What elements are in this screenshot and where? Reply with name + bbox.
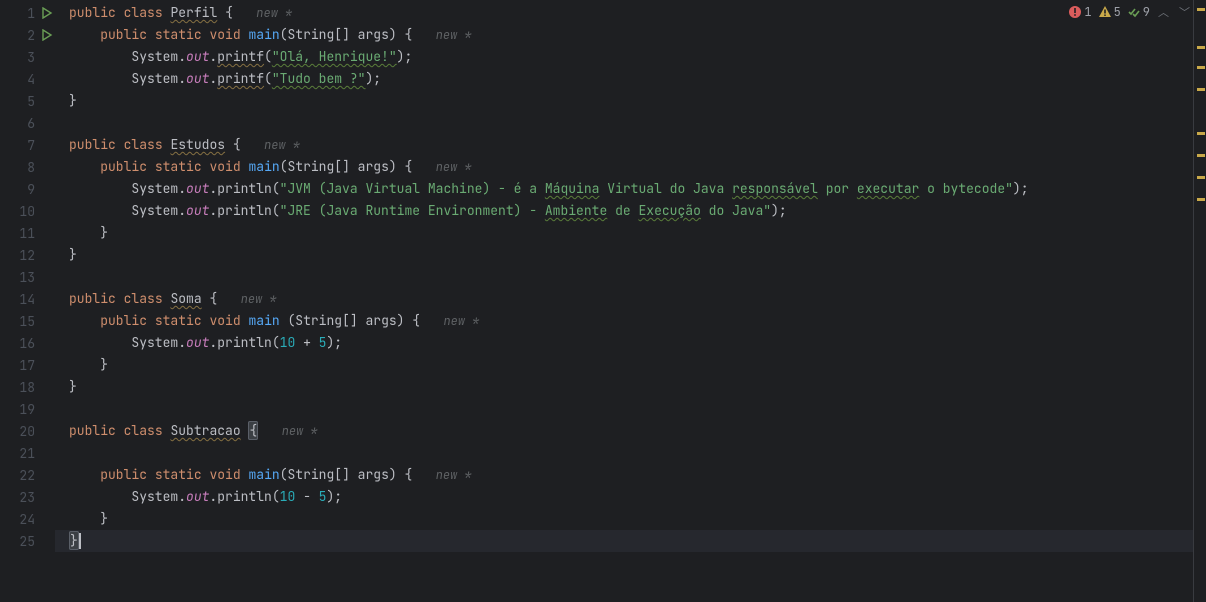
code-line[interactable] bbox=[55, 266, 1193, 288]
code-line[interactable]: System.out.println("JVM (Java Virtual Ma… bbox=[55, 178, 1193, 200]
line-number: 23 bbox=[19, 489, 35, 506]
next-highlight-button[interactable]: ﹀ bbox=[1177, 4, 1192, 20]
line-number: 9 bbox=[27, 181, 35, 198]
code-line[interactable]: public class Subtracao { new * bbox=[55, 420, 1193, 442]
check-icon bbox=[1127, 5, 1141, 19]
code-content[interactable]: public class Perfil { new * public stati… bbox=[55, 0, 1194, 602]
code-line[interactable]: System.out.println("JRE (Java Runtime En… bbox=[55, 200, 1193, 222]
code-line[interactable]: } bbox=[55, 530, 1193, 552]
code-editor[interactable]: 1 2 3 4 5 6 7 8 9 10 11 12 13 14 15 16 1… bbox=[0, 0, 1206, 602]
weak-warning-count[interactable]: 9 bbox=[1127, 4, 1150, 20]
code-line[interactable]: public static void main(String[] args) {… bbox=[55, 464, 1193, 486]
code-line[interactable]: System.out.println(10 + 5); bbox=[55, 332, 1193, 354]
code-line[interactable]: System.out.println(10 - 5); bbox=[55, 486, 1193, 508]
line-number: 7 bbox=[27, 137, 35, 154]
line-number: 12 bbox=[19, 247, 35, 264]
line-number: 25 bbox=[19, 533, 35, 550]
warning-count-value: 5 bbox=[1114, 4, 1121, 20]
line-number: 17 bbox=[19, 357, 35, 374]
line-number: 19 bbox=[19, 401, 35, 418]
weak-count-value: 9 bbox=[1143, 4, 1150, 20]
line-number: 14 bbox=[19, 291, 35, 308]
code-line[interactable]: System.out.printf("Olá, Henrique!"); bbox=[55, 46, 1193, 68]
prev-highlight-button[interactable]: ︿ bbox=[1156, 4, 1171, 20]
line-number: 11 bbox=[19, 225, 35, 242]
warning-icon bbox=[1098, 5, 1112, 19]
run-gutter-icon[interactable] bbox=[41, 29, 53, 41]
warning-count[interactable]: 5 bbox=[1098, 4, 1121, 20]
line-number: 4 bbox=[27, 71, 35, 88]
line-number: 2 bbox=[27, 27, 35, 44]
code-line[interactable] bbox=[55, 398, 1193, 420]
code-line[interactable]: } bbox=[55, 222, 1193, 244]
code-line[interactable]: } bbox=[55, 90, 1193, 112]
code-line[interactable]: public static void main(String[] args) {… bbox=[55, 156, 1193, 178]
line-number: 1 bbox=[27, 5, 35, 22]
line-number: 15 bbox=[19, 313, 35, 330]
line-number: 3 bbox=[27, 49, 35, 66]
error-count[interactable]: 1 bbox=[1068, 4, 1091, 20]
line-number: 5 bbox=[27, 93, 35, 110]
line-number: 22 bbox=[19, 467, 35, 484]
line-number: 24 bbox=[19, 511, 35, 528]
line-number: 16 bbox=[19, 335, 35, 352]
error-stripe[interactable] bbox=[1194, 0, 1206, 602]
code-line[interactable]: public class Soma { new * bbox=[55, 288, 1193, 310]
stripe-marker[interactable] bbox=[1197, 8, 1205, 11]
line-number: 6 bbox=[27, 115, 35, 132]
code-line[interactable]: public class Estudos { new * bbox=[55, 134, 1193, 156]
stripe-marker[interactable] bbox=[1197, 132, 1205, 135]
code-line[interactable]: } bbox=[55, 244, 1193, 266]
line-number: 8 bbox=[27, 159, 35, 176]
code-line[interactable]: } bbox=[55, 376, 1193, 398]
code-line[interactable]: public class Perfil { new * bbox=[55, 2, 1193, 24]
error-icon bbox=[1068, 5, 1082, 19]
line-number: 13 bbox=[19, 269, 35, 286]
line-number: 20 bbox=[19, 423, 35, 440]
code-line[interactable]: } bbox=[55, 354, 1193, 376]
stripe-marker[interactable] bbox=[1197, 198, 1205, 201]
run-gutter-icon[interactable] bbox=[41, 7, 53, 19]
code-line[interactable]: public static void main(String[] args) {… bbox=[55, 24, 1193, 46]
text-cursor bbox=[79, 533, 81, 549]
code-line[interactable]: } bbox=[55, 508, 1193, 530]
stripe-marker[interactable] bbox=[1197, 46, 1205, 49]
code-line[interactable] bbox=[55, 112, 1193, 134]
stripe-marker[interactable] bbox=[1197, 66, 1205, 69]
inspection-status-bar: 1 5 9 ︿ ﹀ bbox=[1068, 4, 1192, 20]
code-line[interactable]: System.out.printf("Tudo bem ?"); bbox=[55, 68, 1193, 90]
error-count-value: 1 bbox=[1084, 4, 1091, 20]
line-number: 10 bbox=[19, 203, 35, 220]
stripe-marker[interactable] bbox=[1197, 176, 1205, 179]
line-number: 18 bbox=[19, 379, 35, 396]
code-line[interactable]: public static void main (String[] args) … bbox=[55, 310, 1193, 332]
gutter: 1 2 3 4 5 6 7 8 9 10 11 12 13 14 15 16 1… bbox=[0, 0, 55, 602]
code-line[interactable] bbox=[55, 442, 1193, 464]
line-number: 21 bbox=[19, 445, 35, 462]
stripe-marker[interactable] bbox=[1197, 88, 1205, 91]
stripe-marker[interactable] bbox=[1197, 154, 1205, 157]
